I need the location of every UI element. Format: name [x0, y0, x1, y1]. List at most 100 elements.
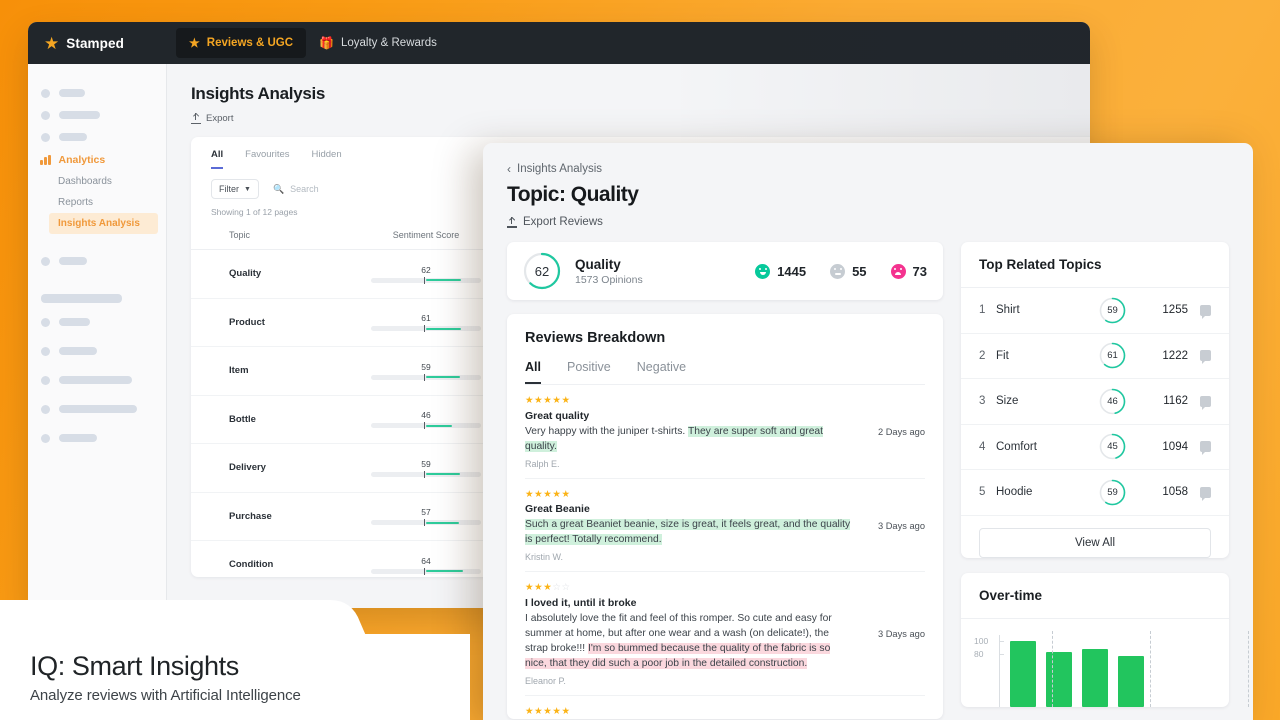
rating-stars: ★★★☆☆ [525, 583, 853, 593]
star-filled-icon: ★ [534, 705, 544, 717]
sidebar-placeholder-item [28, 340, 166, 362]
tab-reviews-ugc[interactable]: ★ Reviews & UGC [176, 28, 307, 58]
star-filled-icon: ★ [552, 705, 562, 717]
placeholder-dot-icon [41, 404, 50, 414]
chevron-left-icon: ‹ [507, 162, 511, 176]
score-track [371, 276, 481, 284]
mention-count: 1094 [1162, 440, 1188, 453]
tab-favourites[interactable]: Favourites [245, 149, 289, 169]
chart-bar[interactable] [1082, 648, 1108, 707]
rating-stars: ★★★★★ [525, 396, 853, 406]
review-title: Great quality [525, 409, 590, 422]
sidebar-group-label: Analytics [58, 153, 106, 166]
chart-bar[interactable] [1046, 652, 1072, 707]
score-track [371, 567, 481, 575]
export-reviews-button[interactable]: Export Reviews [507, 216, 1229, 228]
score-value: 59 [1107, 486, 1118, 498]
related-topic-row[interactable]: 4 Comfort 45 1094 [961, 425, 1229, 470]
related-topic-row[interactable]: 2 Fit 61 1222 [961, 334, 1229, 379]
review-title: Great Beanie [525, 503, 590, 515]
topic-name: Quality [575, 256, 621, 272]
star-filled-icon: ★ [525, 488, 535, 500]
view-all-button[interactable]: View All [979, 527, 1211, 558]
filter-dropdown[interactable]: Filter ▼ [211, 179, 259, 199]
export-button[interactable]: Export [191, 113, 1090, 124]
review-item[interactable]: ★★★★★ Great Beanie Such a great Beaniet be… [525, 479, 925, 572]
score-track [371, 519, 481, 527]
chart-gridline [1150, 630, 1151, 707]
star-filled-icon: ★ [543, 395, 553, 406]
happy-face-icon [755, 263, 771, 279]
tab-negative[interactable]: Negative [637, 360, 686, 384]
review-item[interactable]: ★★★★★ Great quality Very happy with the ju… [525, 385, 925, 479]
tab-hidden[interactable]: Hidden [312, 149, 342, 169]
placeholder-dot-icon [41, 375, 50, 385]
tab-label: Loyalty & Rewards [341, 37, 437, 49]
review-body: Very happy with the juniper t-shirts. Th… [525, 424, 853, 454]
rank-number: 1 [979, 304, 986, 317]
export-label: Export [206, 113, 234, 124]
topic-detail-panel: ‹ Insights Analysis Topic: Quality Expor… [483, 143, 1253, 720]
sidebar-placeholder-item [28, 311, 166, 333]
tab-positive[interactable]: Positive [567, 360, 611, 384]
star-filled-icon: ★ [561, 395, 571, 406]
row-topic: Purchase [229, 510, 272, 522]
placeholder-dot-icon [41, 256, 50, 266]
related-topic-row[interactable]: 1 Shirt 59 1255 [961, 288, 1229, 334]
chart-bar[interactable] [1118, 656, 1144, 707]
chevron-down-icon: ▼ [244, 185, 251, 193]
sidebar-section-placeholder [28, 272, 166, 303]
star-filled-icon: ★ [561, 488, 571, 500]
topic-name: Comfort [996, 440, 1037, 453]
review-timestamp: 2 Days ago [877, 427, 925, 438]
sidebar-item-reports[interactable]: Reports [28, 192, 166, 213]
tab-all[interactable]: All [211, 149, 224, 169]
filter-label: Filter [219, 184, 239, 194]
score-fill [426, 424, 452, 427]
breadcrumb-back-link[interactable]: ‹ Insights Analysis [507, 163, 1229, 175]
score-value: 62 [534, 263, 550, 279]
comment-bubble-icon [1200, 395, 1211, 410]
star-filled-icon: ★ [534, 395, 544, 406]
sidebar-item-analytics[interactable]: Analytics [28, 148, 166, 171]
related-topic-row[interactable]: 5 Hoodie 59 1058 [961, 470, 1229, 516]
mention-count: 1058 [1162, 486, 1188, 499]
brand-logo[interactable]: ★ Stamped [44, 35, 176, 52]
row-topic: Bottle [229, 413, 256, 425]
upload-arrow-icon [508, 216, 515, 221]
tab-all[interactable]: All [525, 360, 541, 384]
sidebar-item-dashboards[interactable]: Dashboards [28, 171, 166, 192]
review-item[interactable]: ★★★☆☆ I loved it, until it broke I absolut… [525, 572, 925, 696]
tab-loyalty-rewards[interactable]: 🎁 Loyalty & Rewards [306, 28, 450, 58]
reviews-tabs: All Positive Negative [525, 360, 925, 385]
row-topic: Product [229, 316, 265, 328]
chart-plot-area: 100 80 [974, 630, 1249, 707]
sidebar-item-insights-analysis[interactable]: Insights Analysis [49, 213, 158, 234]
sad-face-icon [890, 263, 906, 279]
score-fill [426, 376, 460, 379]
review-item[interactable]: ★★★★★Amazing quality but too big.These w… [525, 696, 925, 720]
star-filled-icon: ★ [543, 705, 553, 717]
star-filled-icon: ★ [525, 395, 535, 406]
sidebar-placeholder-item [28, 369, 166, 391]
star-filled-icon: ★ [525, 582, 535, 593]
page-title: Insights Analysis [191, 84, 326, 103]
export-reviews-label: Export Reviews [523, 216, 603, 228]
caption-title: IQ: Smart Insights [30, 651, 239, 681]
chart-gridline [1052, 630, 1053, 707]
y-axis-tick-label: 80 [974, 649, 984, 660]
over-time-card: Over-time 100 80 [961, 572, 1249, 707]
star-filled-icon: ★ [543, 488, 553, 500]
review-author: Ralph E. [525, 458, 560, 469]
top-related-topics-card: Top Related Topics 1 Shirt 59 1255 2 Fit 61 122… [961, 242, 1229, 558]
top-navigation-bar: ★ Stamped ★ Reviews & UGC 🎁 Loyalty & Re… [28, 22, 1090, 64]
chart-bar[interactable] [1010, 641, 1036, 707]
score-fill [426, 327, 461, 330]
topic-name: Size [996, 395, 1019, 408]
score-ring: 59 [1099, 479, 1126, 506]
placeholder-bar [59, 405, 137, 413]
related-topic-row[interactable]: 3 Size 46 1162 [961, 379, 1229, 425]
placeholder-dot-icon [41, 110, 50, 120]
chart-gridline [1248, 630, 1249, 707]
star-filled-icon: ★ [534, 582, 544, 593]
